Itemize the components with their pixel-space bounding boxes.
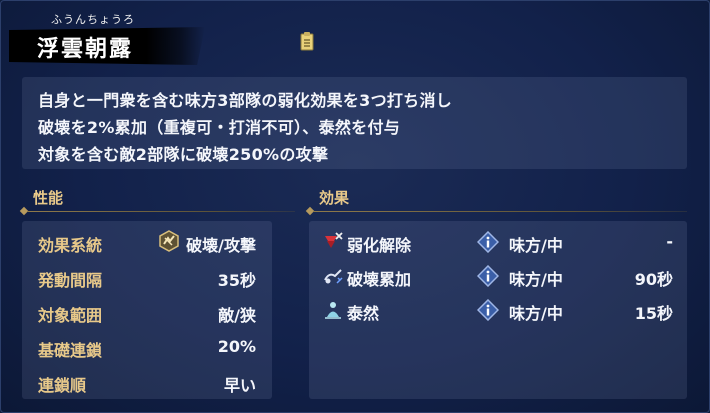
destruction-stack-icon [324, 269, 343, 284]
effect-target: 味方/中 [509, 270, 563, 289]
info-icon[interactable] [477, 299, 499, 321]
stat-value-effect-type: 破壊/攻撃 [186, 236, 256, 255]
description-line: 自身と一門衆を含む味方3部隊の弱化効果を3つ打ち消し [38, 91, 453, 110]
effects-header: 効果 [319, 189, 350, 207]
strike-type-icon [159, 230, 179, 252]
performance-panel: 効果系統 破壊/攻撃 発動間隔 35秒 対象範囲 敵/狭 基礎連鎖 20% 連鎖… [22, 221, 272, 399]
stat-label-base-chain: 基礎連鎖 [38, 341, 103, 360]
effect-duration: - [666, 232, 673, 251]
effect-name: 泰然 [347, 304, 380, 323]
effect-duration: 90秒 [634, 270, 673, 289]
composure-icon [325, 302, 341, 319]
debuff-cleanse-icon [325, 232, 343, 248]
stat-label-effect-type: 効果系統 [38, 236, 103, 255]
info-icon[interactable] [477, 265, 499, 287]
skill-description: 自身と一門衆を含む味方3部隊の弱化効果を3つ打ち消し 破壊を2%累加（重複可・打… [22, 77, 687, 169]
info-icon[interactable] [477, 231, 499, 253]
performance-header: 性能 [33, 189, 64, 207]
skill-name: 浮雲朝露 [37, 37, 134, 62]
document-icon[interactable] [298, 32, 316, 52]
effect-name: 弱化解除 [347, 236, 412, 255]
description-line: 破壊を2%累加（重複可・打消不可）、泰然を付与 [38, 118, 401, 137]
stat-label-chain-order: 連鎖順 [38, 376, 87, 395]
effect-target: 味方/中 [509, 304, 563, 323]
stat-label-interval: 発動間隔 [38, 271, 103, 290]
stat-value-chain-order: 早い [223, 376, 256, 395]
skill-name-ruby: ふうんちょうろ [51, 13, 135, 26]
effect-duration: 15秒 [634, 304, 673, 323]
skill-detail-panel: ふうんちょうろ 浮雲朝露 自身と一門衆を含む味方3部隊の弱化効果を3つ打ち消し … [0, 0, 710, 413]
effect-name: 破壊累加 [347, 270, 412, 289]
effect-target: 味方/中 [509, 236, 563, 255]
stat-value-range: 敵/狭 [218, 306, 256, 325]
section-divider [27, 211, 295, 212]
stat-value-base-chain: 20% [217, 337, 256, 356]
stat-value-interval: 35秒 [217, 271, 256, 290]
stat-label-range: 対象範囲 [38, 306, 103, 325]
effects-panel: 弱化解除 味方/中 - 破壊累加 味方/中 90秒 泰然 味方/中 15秒 [309, 221, 687, 399]
section-divider [313, 211, 687, 212]
description-line: 対象を含む敵2部隊に破壊250%の攻撃 [38, 145, 329, 164]
